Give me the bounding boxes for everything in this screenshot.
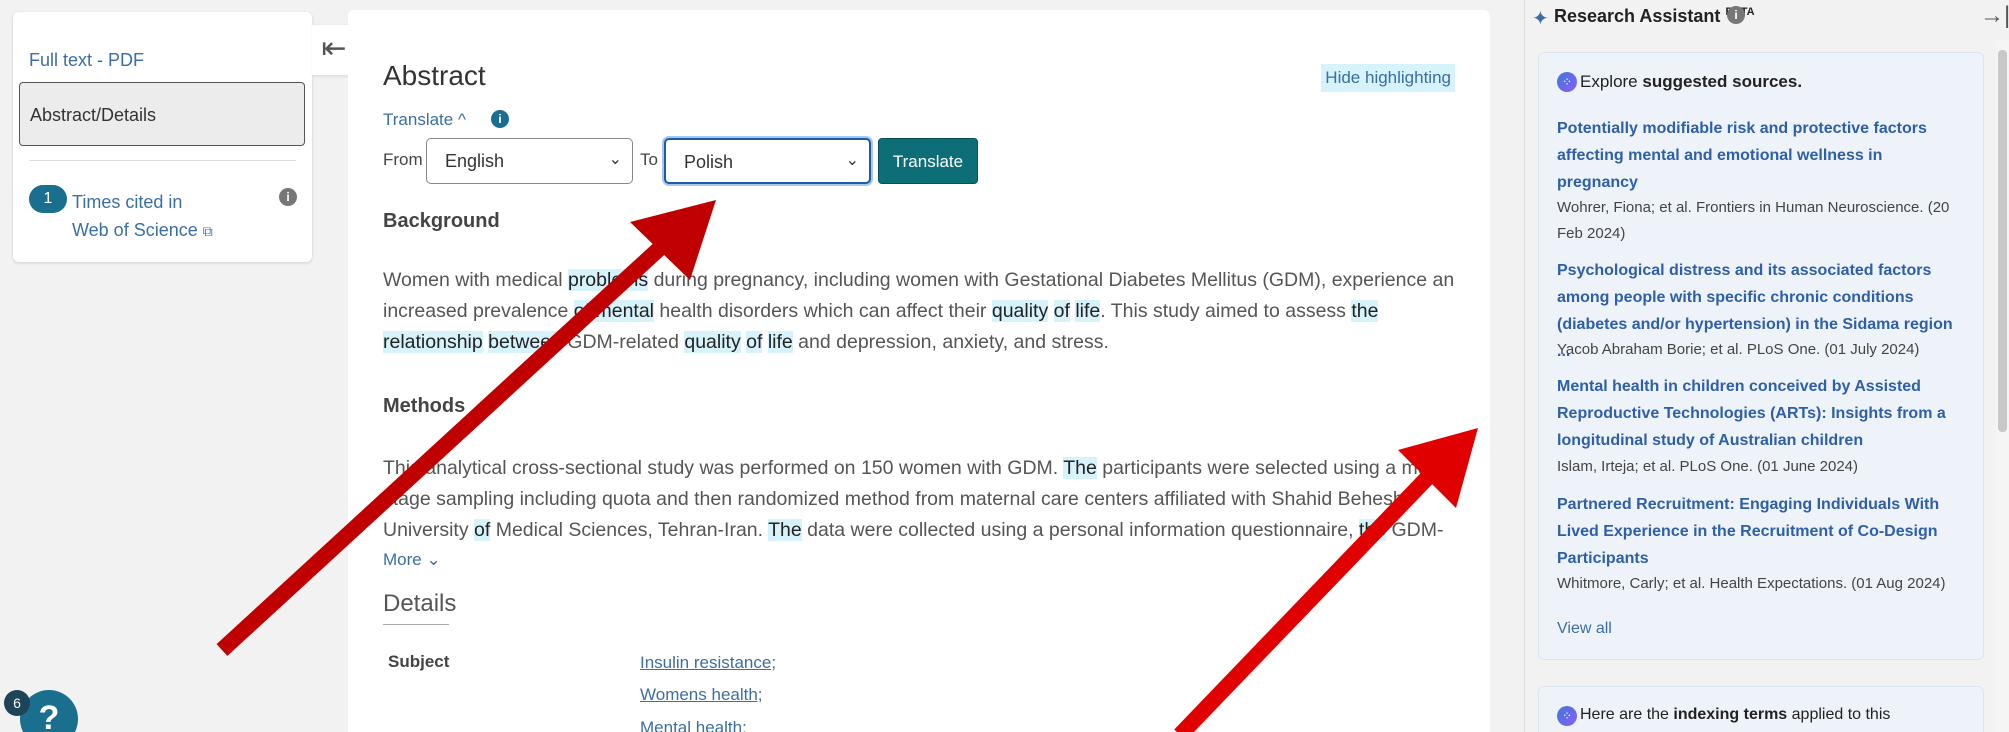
text-run: . This study aimed to assess [1100,300,1352,322]
highlighted-term: of [474,519,491,541]
explore-sources-text: Explore suggested sources. [1580,72,1802,92]
highlighted-term: life [767,331,793,353]
to-language-value: Polish [684,152,734,172]
text-run: health disorders which can affect their [654,300,992,322]
highlighted-term: The [1063,457,1097,479]
background-heading: Background [383,210,500,232]
highlighted-term: between [488,331,562,353]
external-link-icon: ⧉ [202,223,213,239]
from-language-select[interactable]: English ⌄ [426,138,633,184]
hide-highlighting-button[interactable]: Hide highlighting [1321,64,1455,92]
source-meta: Whitmore, Carly; et al. Health Expectati… [1557,575,1946,592]
translate-info-icon[interactable]: i [491,110,509,128]
help-button[interactable]: ? [20,690,78,732]
from-label: From [383,150,423,169]
text-run: This analytical cross-sectional study wa… [383,457,1064,479]
highlighted-term: relationship [383,331,483,353]
to-language-select[interactable]: Polish ⌄ [664,138,871,184]
ai-bubble-icon: ⁘ [1557,72,1577,92]
times-cited-label: Times cited in [72,192,183,212]
times-cited-count-badge: 1 [29,185,67,213]
background-paragraph: Women with medical problems during pregn… [383,265,1463,358]
source-meta: Wohrer, Fiona; et al. Frontiers in Human… [1557,199,1950,242]
chevron-down-icon: ⌄ [845,152,859,169]
source-title-link[interactable]: Potentially modifiable risk and protecti… [1557,115,1967,196]
abstract-details-nav-item[interactable]: Abstract/Details [19,82,305,146]
nav-divider [29,160,296,161]
here-bold: indexing terms [1673,706,1788,723]
ai-bubble-icon: ⁘ [1557,706,1577,726]
left-nav-card: Full text - PDF Abstract/Details 1 Times… [13,12,312,262]
methods-heading: Methods [383,395,466,417]
highlighted-term: of [1053,300,1070,322]
full-text-pdf-link[interactable]: Full text - PDF [29,50,144,71]
subject-term-link[interactable]: Womens health; [640,685,763,705]
highlighted-term: the [1351,300,1379,322]
source-meta: Islam, Irteja; et al. PLoS One. (01 June… [1557,458,1858,475]
text-run [1048,300,1053,322]
indexing-terms-text: Here are the indexing terms applied to t… [1580,706,1890,724]
more-link[interactable]: More ⌄ [383,550,441,570]
chevron-down-icon: ⌄ [608,151,622,168]
source-title-link[interactable]: Partnered Recruitment: Engaging Individu… [1557,491,1967,572]
from-language-value: English [445,151,505,171]
text-run: data were collected using a personal inf… [801,519,1359,541]
subject-term-link[interactable]: Insulin resistance; [640,653,776,673]
highlighted-term: life [1075,300,1101,322]
title-text: Research Assistant [1554,6,1721,26]
details-heading: Details [383,590,457,617]
text-run: GDM-related [561,331,685,353]
highlighted-term: quality [684,331,741,353]
research-assistant-title: Research Assistant BETA [1554,6,1755,27]
text-run: GDM- [1386,519,1444,541]
here-suffix: applied to this [1787,706,1891,723]
text-run: and depression, anxiety, and stress. [792,331,1109,353]
times-cited-link[interactable]: Times cited in Web of Science ⧉ [72,188,213,245]
here-prefix: Here are the [1580,706,1674,723]
subject-label: Subject [388,652,450,671]
highlighted-term: problems [567,269,649,291]
explore-prefix: Explore [1580,72,1643,91]
right-panel-border [1524,0,1525,732]
text-run: Medical Sciences, Tehran-Iran. [490,519,769,541]
view-all-link[interactable]: View all [1557,620,1612,638]
abstract-heading: Abstract [383,60,486,91]
methods-paragraph: This analytical cross-sectional study wa… [383,453,1463,546]
source-meta: Yacob Abraham Borie; et al. PLoS One. (0… [1557,341,1920,358]
web-of-science-label: Web of Science [72,220,198,240]
text-run: Women with medical [383,269,568,291]
highlighted-term: the [1358,519,1387,541]
main-content: Abstract Hide highlighting Translate ^ i… [348,10,1490,732]
translate-button[interactable]: Translate [878,138,978,184]
help-notification-badge: 6 [4,690,30,716]
text-run [762,331,767,353]
explore-bold: suggested sources. [1642,72,1803,91]
highlighted-term: The [768,519,802,541]
source-title-link[interactable]: Mental health in children conceived by A… [1557,373,1967,454]
info-icon[interactable]: i [1727,6,1745,24]
translate-toggle-link[interactable]: Translate ^ [383,110,466,130]
highlighted-term: of [573,300,591,322]
subject-term-link[interactable]: Mental health; [640,718,747,732]
highlighted-term: of [746,331,763,353]
right-panel-scrollbar[interactable] [1996,40,2009,732]
to-label: To [640,150,658,169]
collapse-panel-icon[interactable]: →| [1980,2,2009,30]
highlighted-term: quality [991,300,1049,322]
details-divider [383,624,449,625]
sparkle-icon: ✦ [1532,8,1549,30]
scrollbar-thumb[interactable] [1998,50,2007,432]
highlighted-term: mental [595,300,655,322]
info-icon[interactable]: i [279,188,297,206]
